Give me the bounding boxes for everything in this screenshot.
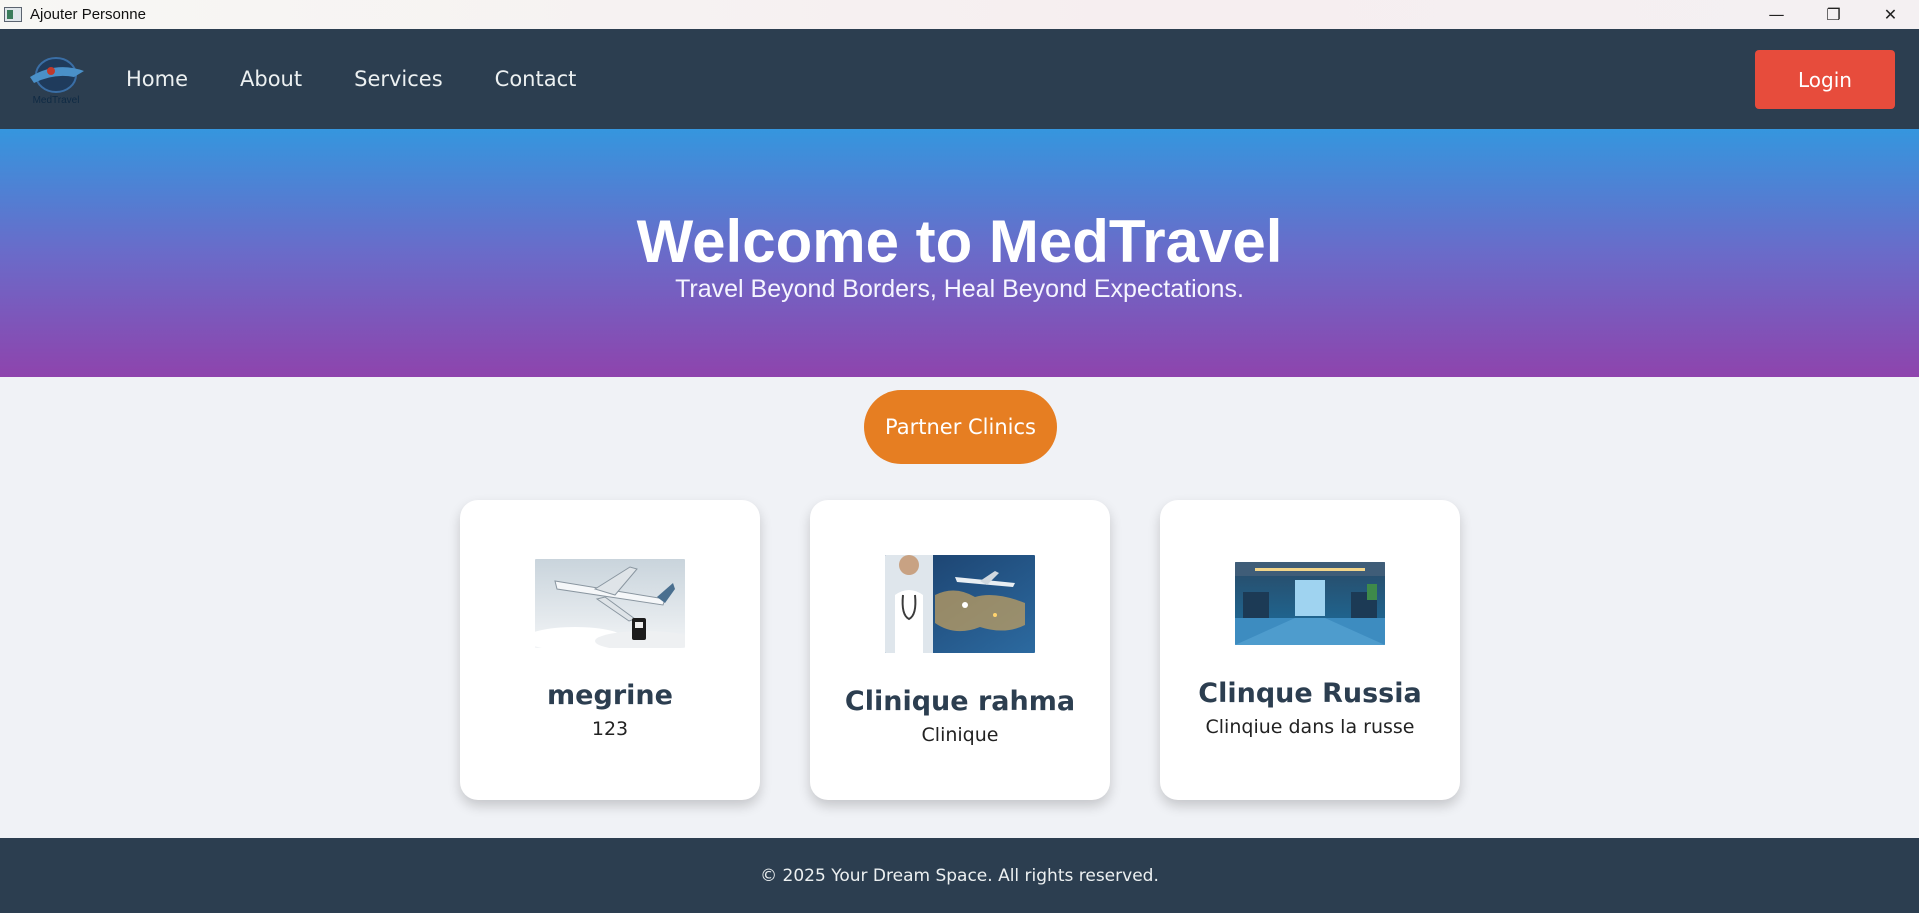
window-controls: — ❐ ✕ — [1748, 0, 1919, 29]
login-button[interactable]: Login — [1755, 50, 1895, 109]
card-description: 123 — [591, 718, 629, 740]
nav-links: Home About Services Contact — [126, 29, 628, 129]
logo-text: MedTravel — [33, 95, 80, 106]
restore-button[interactable]: ❐ — [1805, 0, 1862, 29]
hero-banner: Welcome to MedTravel Travel Beyond Borde… — [0, 129, 1919, 377]
nav-about[interactable]: About — [240, 67, 302, 91]
footer: © 2025 Your Dream Space. All rights rese… — [0, 838, 1919, 913]
card-description: Clinqiue dans la russe — [1205, 716, 1415, 738]
close-button[interactable]: ✕ — [1862, 0, 1919, 29]
medtravel-logo[interactable]: MedTravel — [24, 47, 88, 107]
title-bar: Ajouter Personne — ❐ ✕ — [0, 0, 1919, 29]
window-title: Ajouter Personne — [30, 6, 146, 23]
medtravel-logo-icon: MedTravel — [30, 57, 84, 106]
minimize-button[interactable]: — — [1748, 0, 1805, 29]
clinic-card[interactable]: megrine 123 — [460, 500, 760, 800]
hero-title: Welcome to MedTravel — [636, 208, 1283, 275]
airplane-image — [535, 559, 685, 648]
card-description: Clinique — [921, 724, 999, 746]
navbar: MedTravel Home About Services Contact Lo… — [0, 29, 1919, 129]
nav-home[interactable]: Home — [126, 67, 188, 91]
footer-text: © 2025 Your Dream Space. All rights rese… — [760, 865, 1159, 886]
clinic-card[interactable]: Clinque Russia Clinqiue dans la russe — [1160, 500, 1460, 800]
app-window: Ajouter Personne — ❐ ✕ MedTravel Home Ab… — [0, 0, 1919, 913]
partner-clinics-button[interactable]: Partner Clinics — [864, 390, 1057, 464]
clinic-card[interactable]: Clinique rahma Clinique — [810, 500, 1110, 800]
card-title: megrine — [547, 680, 673, 711]
card-title: Clinque Russia — [1198, 678, 1422, 709]
card-title: Clinique rahma — [844, 686, 1076, 717]
doctor-world-map-image — [885, 555, 1035, 653]
nav-services[interactable]: Services — [354, 67, 443, 91]
nav-contact[interactable]: Contact — [495, 67, 577, 91]
hospital-lobby-image — [1235, 562, 1385, 645]
hero-subtitle: Travel Beyond Borders, Heal Beyond Expec… — [675, 275, 1244, 303]
app-icon — [4, 7, 22, 22]
